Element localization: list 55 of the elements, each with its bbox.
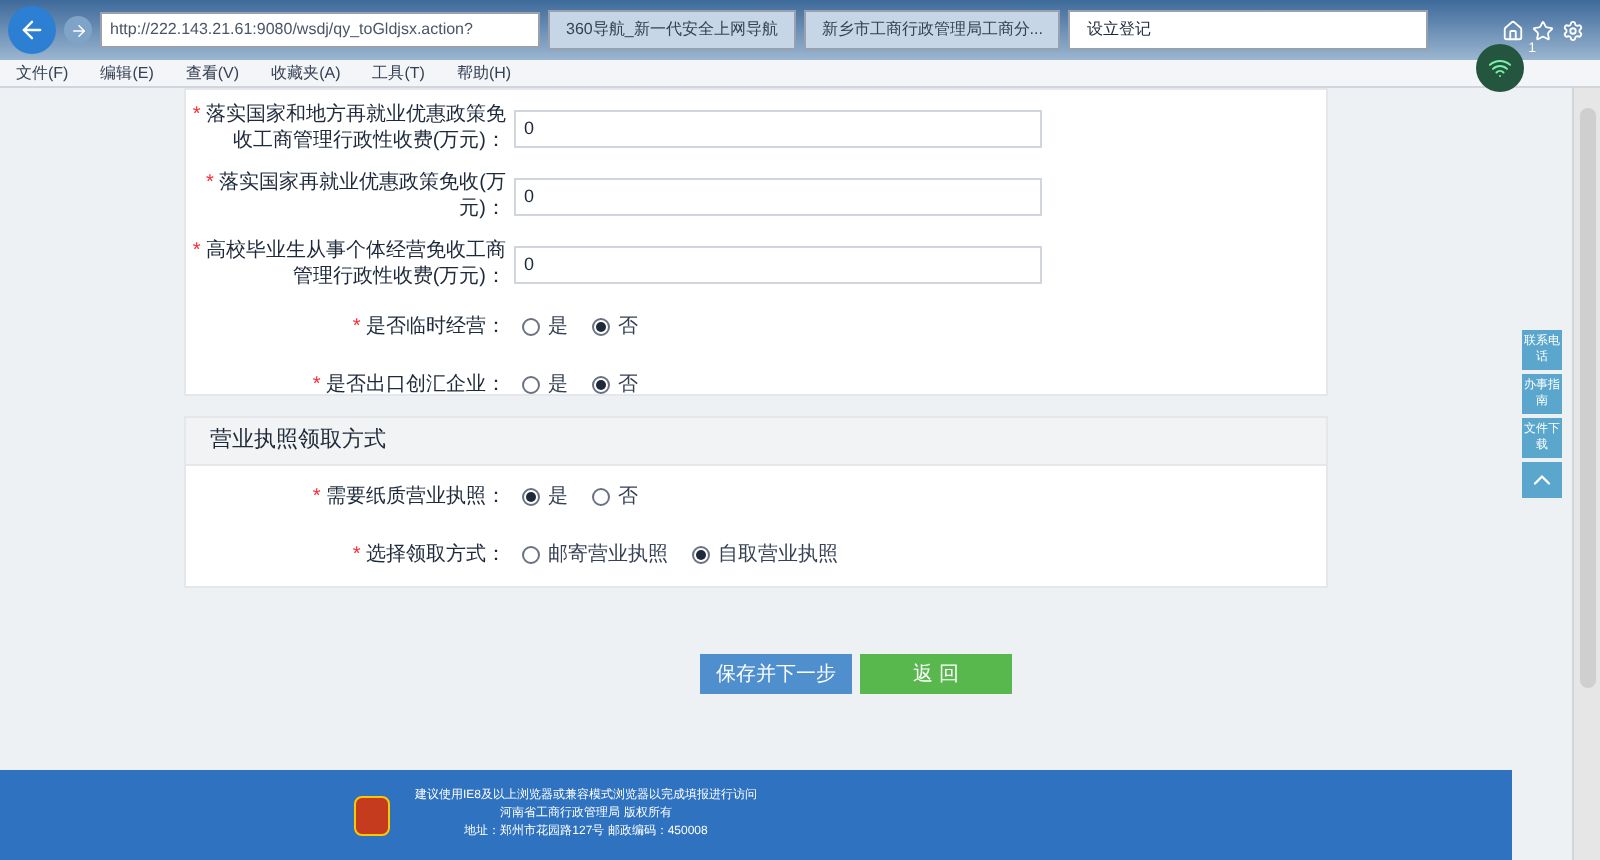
emblem-icon xyxy=(354,795,391,835)
field-label: * 需要纸质营业执照： xyxy=(312,486,506,508)
radio-button[interactable] xyxy=(522,376,540,394)
input-field[interactable]: 0 xyxy=(514,245,1042,283)
home-icon[interactable] xyxy=(1502,19,1524,41)
menu-item[interactable]: 查看(V) xyxy=(185,61,240,85)
radio-option[interactable]: 是 xyxy=(522,312,568,342)
scrollbar[interactable] xyxy=(1572,88,1600,860)
field-label: * 落实国家再就业优惠政策免收(万元)： xyxy=(205,172,506,220)
field-label: * 落实国家和地方再就业优惠政策免收工商管理行政性收费(万元)： xyxy=(192,104,506,152)
menu-item[interactable]: 工具(T) xyxy=(372,61,425,85)
radio-label: 否 xyxy=(618,372,638,400)
browser-tab[interactable]: 360导航_新一代安全上网导航 xyxy=(548,10,796,50)
settings-icon[interactable] xyxy=(1562,19,1584,41)
menu-item[interactable]: 收藏夹(A) xyxy=(271,61,341,85)
radio-label: 否 xyxy=(618,314,638,342)
radio-option[interactable]: 否 xyxy=(592,482,638,512)
star-icon[interactable] xyxy=(1532,19,1554,41)
radio-button[interactable] xyxy=(522,488,540,506)
scroll-top-button[interactable] xyxy=(1522,462,1562,498)
radio-label: 否 xyxy=(618,484,638,512)
radio-option[interactable]: 否 xyxy=(592,370,638,400)
field-label: * 是否临时经营： xyxy=(352,316,506,338)
radio-button[interactable] xyxy=(522,546,540,564)
radio-label: 是 xyxy=(548,484,568,512)
radio-label: 是 xyxy=(548,314,568,342)
radio-label: 自取营业执照 xyxy=(718,541,838,570)
forward-icon[interactable] xyxy=(64,16,92,44)
section-header: 营业执照领取方式 xyxy=(186,418,1326,466)
menu-item[interactable]: 编辑(E) xyxy=(100,61,154,85)
field-label: * 高校毕业生从事个体经营免收工商管理行政性收费(万元)： xyxy=(192,240,506,288)
radio-button[interactable] xyxy=(592,318,610,336)
radio-button[interactable] xyxy=(692,546,710,564)
radio-option[interactable]: 邮寄营业执照 xyxy=(522,540,668,570)
url-text: http://222.143.21.61:9080/wsdj/qy_toGldjsx.action? xyxy=(110,18,473,42)
menu-item[interactable]: 文件(F) xyxy=(16,61,69,85)
address-bar[interactable]: http://222.143.21.61:9080/wsdj/qy_toGldjsx.action? xyxy=(100,12,540,48)
field-label: * 选择领取方式： xyxy=(352,544,506,566)
browser-tab[interactable]: 设立登记 xyxy=(1068,10,1429,50)
radio-button[interactable] xyxy=(522,318,540,336)
radio-label: 邮寄营业执照 xyxy=(548,541,668,570)
radio-button[interactable] xyxy=(592,376,610,394)
menu-item[interactable]: 帮助(H) xyxy=(456,61,512,85)
radio-option[interactable]: 是 xyxy=(522,482,568,512)
radio-option[interactable]: 否 xyxy=(592,312,638,342)
radio-option[interactable]: 自取营业执照 xyxy=(692,540,838,570)
browser-tab[interactable]: 新乡市工商行政管理局工商分... xyxy=(803,10,1061,50)
wifi-icon[interactable] xyxy=(1476,44,1524,92)
radio-option[interactable]: 是 xyxy=(522,370,568,400)
back-icon[interactable] xyxy=(8,6,56,54)
input-field[interactable]: 0 xyxy=(514,109,1042,147)
radio-label: 是 xyxy=(548,372,568,400)
input-field[interactable]: 0 xyxy=(514,177,1042,215)
field-label: * 是否出口创汇企业： xyxy=(312,374,506,396)
radio-button[interactable] xyxy=(592,488,610,506)
